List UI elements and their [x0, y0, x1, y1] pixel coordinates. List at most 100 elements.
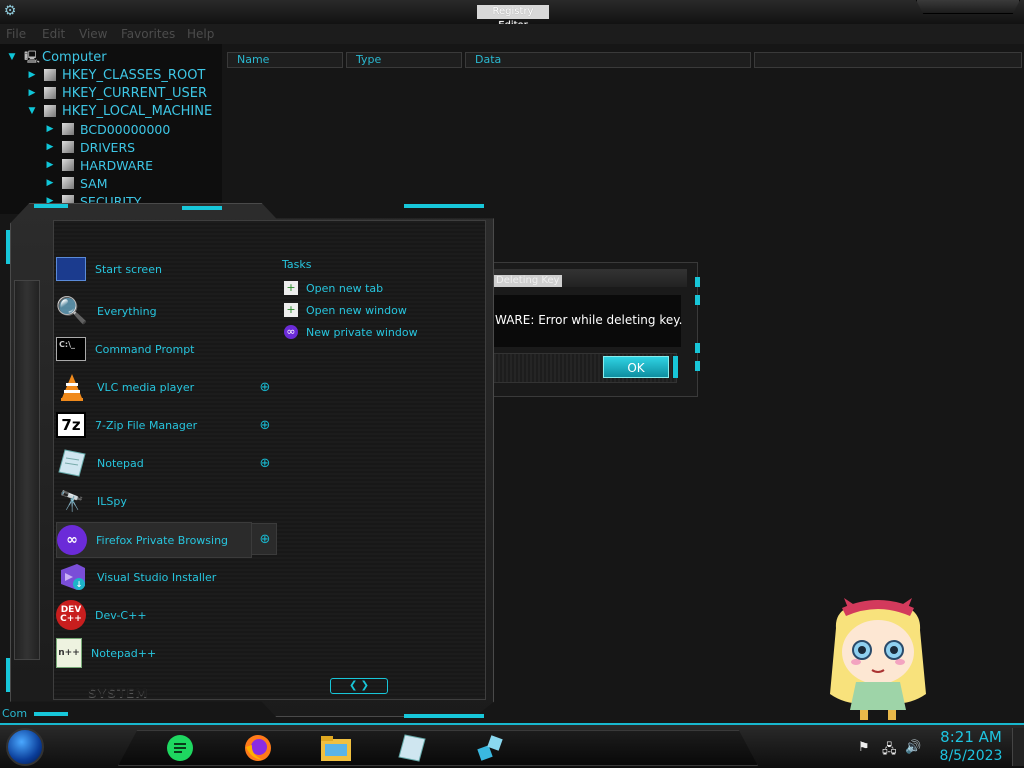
7zip-icon: 7z — [56, 412, 86, 438]
jump-list-arrow-icon[interactable]: ⊕ — [258, 381, 272, 395]
menu-file[interactable]: File — [6, 27, 26, 41]
registry-key-icon — [62, 159, 74, 171]
program-notepad-plus-plus[interactable]: n++ Notepad++ — [56, 635, 252, 671]
task-new-private-window[interactable]: ∞ New private window — [284, 324, 418, 340]
menu-help[interactable]: Help — [187, 27, 214, 41]
dialog-accent — [695, 361, 700, 371]
frame-accent — [34, 204, 68, 208]
expand-arrow-icon[interactable]: ▶ — [26, 70, 38, 80]
clock-time[interactable]: 8:21 AM — [936, 728, 1006, 746]
character-sticker — [830, 598, 926, 720]
ilspy-icon: 🔭 — [59, 489, 85, 513]
program-everything[interactable]: 🔍 Everything — [56, 293, 252, 329]
tree-item-label: HKEY_CLASSES_ROOT — [62, 67, 206, 83]
program-vlc[interactable]: VLC media player — [56, 369, 252, 405]
tasks-heading: Tasks — [282, 258, 312, 271]
tree-item-label: HKEY_CURRENT_USER — [62, 85, 208, 101]
tree-item-bcd[interactable]: ▶ BCD00000000 — [44, 120, 171, 138]
tree-item-label: BCD00000000 — [80, 121, 171, 137]
task-open-new-window[interactable]: + Open new window — [284, 302, 407, 318]
jump-list-arrow-icon[interactable]: ⊕ — [258, 533, 272, 547]
start-menu-rail — [14, 280, 40, 660]
registry-key-icon — [44, 69, 56, 81]
menu-view[interactable]: View — [79, 27, 107, 41]
program-label: 7-Zip File Manager — [95, 418, 198, 432]
volume-icon[interactable]: 🔊 — [905, 740, 921, 755]
new-window-icon: + — [284, 303, 298, 317]
registry-tree: ▼ 🖳 Computer ▶ HKEY_CLASSES_ROOT ▶ HKEY_… — [0, 44, 222, 214]
program-vs-installer[interactable]: ↓ Visual Studio Installer — [56, 559, 252, 595]
tree-item-hardware[interactable]: ▶ HARDWARE — [44, 156, 154, 174]
start-button[interactable] — [6, 728, 44, 766]
tree-item-drivers[interactable]: ▶ DRIVERS — [44, 138, 136, 156]
task-label: Open new window — [306, 303, 407, 317]
vlc-cone-icon — [56, 371, 88, 403]
expand-arrow-icon[interactable]: ▶ — [44, 178, 56, 188]
program-notepad[interactable]: Notepad — [56, 445, 252, 481]
registry-editor-icon: ⚙ — [3, 3, 17, 19]
file-explorer-icon[interactable] — [320, 733, 352, 763]
computer-icon: 🖳 — [24, 50, 41, 64]
tree-item-hkcu[interactable]: ▶ HKEY_CURRENT_USER — [26, 84, 207, 102]
column-header-type[interactable]: Type — [346, 52, 462, 68]
window-controls[interactable] — [916, 0, 1020, 14]
menu-favorites[interactable]: Favorites — [121, 27, 175, 41]
tree-item-label: HKEY_LOCAL_MACHINE — [62, 103, 213, 119]
action-center-flag-icon[interactable]: ⚑ — [858, 740, 870, 755]
expand-arrow-icon[interactable]: ▶ — [26, 88, 38, 98]
task-open-new-tab[interactable]: + Open new tab — [284, 280, 383, 296]
program-label: Notepad++ — [91, 646, 157, 660]
system-label: SYSTEM — [88, 686, 149, 700]
expand-arrow-icon[interactable]: ▶ — [44, 142, 56, 152]
program-firefox-private[interactable]: ∞ Firefox Private Browsing — [56, 522, 252, 558]
registry-key-icon — [44, 105, 56, 117]
frame-accent — [34, 712, 68, 716]
program-command-prompt[interactable]: C:\_ Command Prompt — [56, 331, 252, 367]
program-label: Firefox Private Browsing — [96, 533, 229, 547]
everything-search-icon: 🔍 — [55, 296, 89, 326]
firefox-private-icon: ∞ — [57, 525, 87, 555]
notes-app-icon[interactable] — [164, 733, 196, 763]
notepad-plus-plus-icon: n++ — [56, 638, 82, 668]
registry-key-icon — [62, 177, 74, 189]
title-bar[interactable]: ⚙ Registry Editor — [0, 0, 1024, 31]
notepad-icon[interactable] — [396, 733, 428, 763]
column-header-data[interactable]: Data — [465, 52, 751, 68]
registry-editor-icon[interactable] — [474, 733, 506, 763]
registry-key-icon — [62, 123, 74, 135]
frame-accent — [182, 206, 222, 210]
dialog-accent — [695, 277, 700, 287]
firefox-icon[interactable] — [242, 733, 274, 763]
show-desktop-button[interactable] — [1012, 728, 1024, 766]
tree-item-hklm[interactable]: ▼ HKEY_LOCAL_MACHINE — [26, 102, 213, 120]
jump-list-arrow-icon[interactable]: ⊕ — [258, 457, 272, 471]
program-7zip[interactable]: 7z 7-Zip File Manager — [56, 407, 252, 443]
clock-date[interactable]: 8/5/2023 — [936, 748, 1006, 764]
tree-item-hkcr[interactable]: ▶ HKEY_CLASSES_ROOT — [26, 66, 206, 84]
program-label: Command Prompt — [95, 342, 195, 356]
svg-text:↓: ↓ — [76, 580, 83, 589]
start-screen-icon — [56, 257, 86, 281]
collapse-arrow-icon[interactable]: ▼ — [26, 106, 38, 116]
menu-bar: File Edit View Favorites Help — [0, 24, 1024, 44]
taskbar-center-panel — [118, 730, 758, 766]
dev-cpp-icon: DEV C++ — [56, 600, 86, 630]
menu-edit[interactable]: Edit — [42, 27, 65, 41]
program-ilspy[interactable]: 🔭 ILSpy — [56, 483, 252, 519]
expand-arrow-icon[interactable]: ▶ — [44, 124, 56, 134]
program-dev-cpp[interactable]: DEV C++ Dev-C++ — [56, 597, 252, 633]
frame-accent — [404, 714, 484, 718]
visual-studio-installer-icon: ↓ — [56, 561, 88, 593]
expand-arrow-icon[interactable]: ▶ — [44, 160, 56, 170]
network-icon[interactable]: 🖧 — [882, 740, 897, 762]
collapse-arrow-icon[interactable]: ▼ — [6, 52, 18, 62]
program-start-screen[interactable]: Start screen — [56, 251, 252, 287]
ok-button[interactable]: OK — [603, 356, 669, 378]
tree-item-label: DRIVERS — [80, 139, 136, 155]
tree-item-computer[interactable]: ▼ 🖳 Computer — [6, 48, 107, 66]
column-header-name[interactable]: Name — [227, 52, 343, 68]
jump-list-arrow-icon[interactable]: ⊕ — [258, 419, 272, 433]
page-arrows[interactable]: ❮ ❯ — [330, 678, 388, 694]
new-tab-icon: + — [284, 281, 298, 295]
tree-item-sam[interactable]: ▶ SAM — [44, 174, 108, 192]
